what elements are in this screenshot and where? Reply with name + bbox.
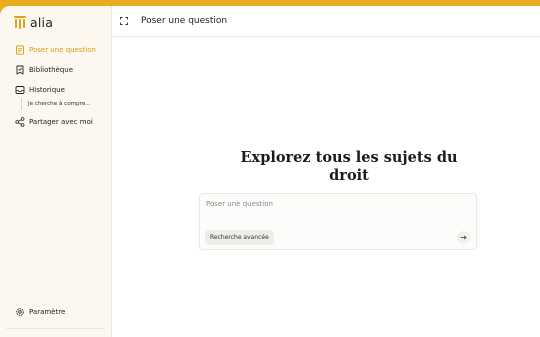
advanced-search-button[interactable]: Recherche avancée	[205, 230, 274, 245]
sidebar-item-label: Partager avec moi	[29, 118, 93, 126]
arrow-right-icon	[460, 235, 467, 240]
document-list-icon	[16, 45, 24, 55]
send-button[interactable]	[457, 231, 470, 244]
alia-logo-icon	[14, 16, 26, 29]
topbar: Poser une question	[112, 6, 540, 37]
history-item[interactable]: Je cherche à compre...	[21, 98, 112, 110]
headline-line-2: droit	[329, 167, 369, 184]
sidebar-item-partager-avec-moi[interactable]: Partager avec moi	[0, 112, 112, 132]
sidebar-nav: Poser une question Bibliothèque Historiq…	[0, 40, 112, 132]
settings-label: Paramètre	[29, 308, 66, 316]
expand-icon	[120, 17, 128, 25]
sidebar-item-historique[interactable]: Historique	[0, 80, 112, 100]
page-title: Poser une question	[141, 16, 228, 26]
main-area: Poser une question Explorez tous les suj…	[112, 6, 540, 337]
bookmark-check-icon	[16, 65, 24, 75]
brand-name: alia	[30, 15, 54, 30]
headline-line-1: Explorez tous les sujets du	[240, 149, 458, 166]
history-item-label: Je cherche à compre...	[28, 101, 91, 107]
sidebar-item-bibliotheque[interactable]: Bibliothèque	[0, 60, 112, 80]
sidebar-item-label: Historique	[29, 86, 65, 94]
brand-logo[interactable]: alia	[14, 15, 53, 30]
question-input[interactable]	[206, 200, 436, 208]
headline: Explorez tous les sujets du droit	[212, 149, 486, 185]
share-icon	[15, 117, 25, 127]
inbox-icon	[15, 86, 25, 94]
expand-button[interactable]	[119, 16, 129, 26]
sidebar: alia Poser une question Bibliothèque His…	[0, 6, 112, 337]
app-window: alia Poser une question Bibliothèque His…	[0, 6, 540, 337]
question-box: Recherche avancée	[199, 193, 477, 250]
sidebar-divider	[6, 328, 105, 329]
settings-button[interactable]: Paramètre	[0, 302, 112, 322]
sidebar-item-label: Poser une question	[29, 46, 96, 54]
sidebar-item-label: Bibliothèque	[29, 66, 74, 74]
gear-icon	[16, 308, 24, 316]
sidebar-settings: Paramètre	[0, 302, 112, 322]
sidebar-item-poser-une-question[interactable]: Poser une question	[0, 40, 112, 60]
